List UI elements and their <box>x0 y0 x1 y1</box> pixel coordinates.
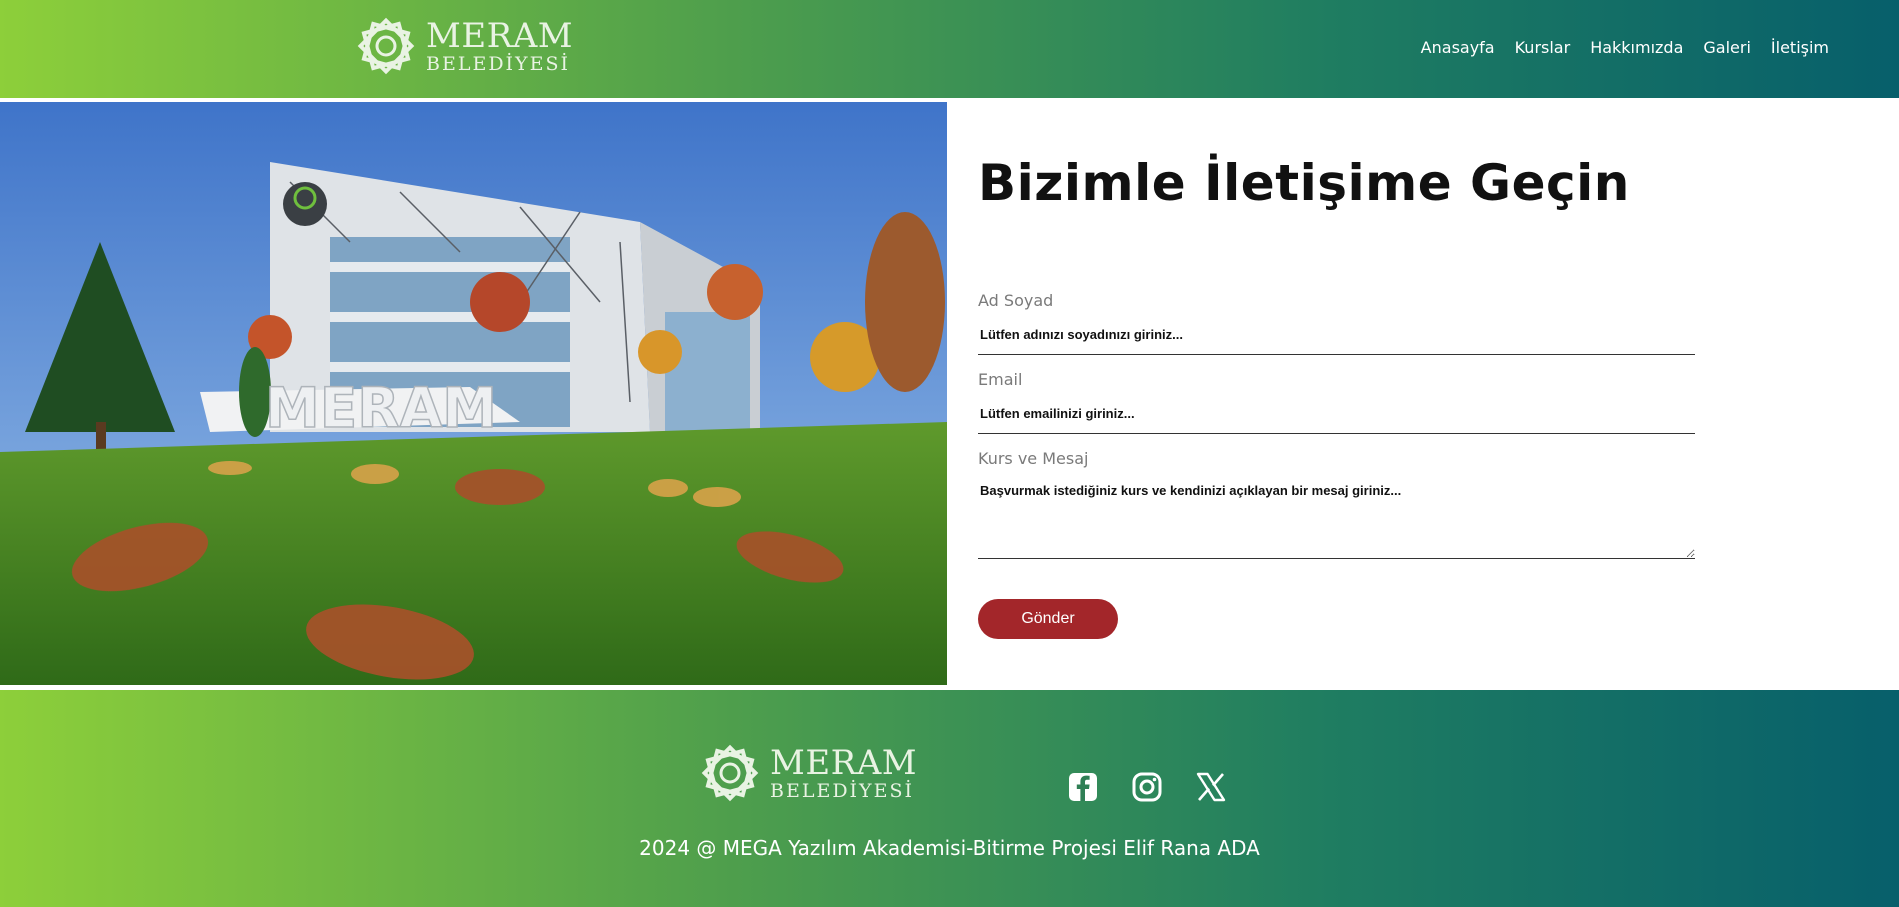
meram-sign-text: MERAM <box>265 376 497 440</box>
hero-image: MERAM <box>0 102 947 685</box>
site-footer: MERAM BELEDİYESİ 2024 @ MEGA Yazılım Aka… <box>0 690 1899 907</box>
message-textarea[interactable] <box>978 473 1695 559</box>
contact-form: Bizimle İletişime Geçin Ad Soyad Email K… <box>978 102 1698 685</box>
social-links <box>1066 770 1228 804</box>
facebook-icon[interactable] <box>1066 770 1100 804</box>
name-input[interactable] <box>978 315 1695 355</box>
nav-link-anasayfa[interactable]: Anasayfa <box>1421 38 1495 57</box>
footer-logo-text-line2: BELEDİYESİ <box>770 779 914 802</box>
x-twitter-icon[interactable] <box>1194 770 1228 804</box>
nav-link-hakkimizda[interactable]: Hakkımızda <box>1590 38 1683 57</box>
nav-link-kurslar[interactable]: Kurslar <box>1515 38 1571 57</box>
meram-logo[interactable]: MERAM BELEDİYESİ <box>350 10 573 82</box>
logo-text-line1: MERAM <box>426 15 574 56</box>
email-field-label: Email <box>978 370 1023 389</box>
nav-link-galeri[interactable]: Galeri <box>1703 38 1751 57</box>
municipality-building-photo: MERAM <box>0 102 947 685</box>
email-input[interactable] <box>978 394 1695 434</box>
footer-copyright: 2024 @ MEGA Yazılım Akademisi-Bitirme Pr… <box>639 836 1260 860</box>
instagram-icon[interactable] <box>1130 770 1164 804</box>
submit-button[interactable]: Gönder <box>978 599 1118 639</box>
name-field-label: Ad Soyad <box>978 291 1054 310</box>
message-field-label: Kurs ve Mesaj <box>978 449 1089 468</box>
page-title: Bizimle İletişime Geçin <box>978 154 1630 212</box>
nav-link-iletisim[interactable]: İletişim <box>1771 38 1829 57</box>
logo-text-line2: BELEDİYESİ <box>426 52 570 75</box>
site-header: MERAM BELEDİYESİ Anasayfa Kurslar Hakkım… <box>0 0 1899 98</box>
meram-logo-mark-icon <box>701 744 759 802</box>
main-nav: Anasayfa Kurslar Hakkımızda Galeri İleti… <box>1421 38 1829 57</box>
footer-logo-text-line1: MERAM <box>770 742 918 783</box>
footer-meram-logo: MERAM BELEDİYESİ <box>694 737 917 809</box>
meram-logo-mark-icon <box>357 17 415 75</box>
